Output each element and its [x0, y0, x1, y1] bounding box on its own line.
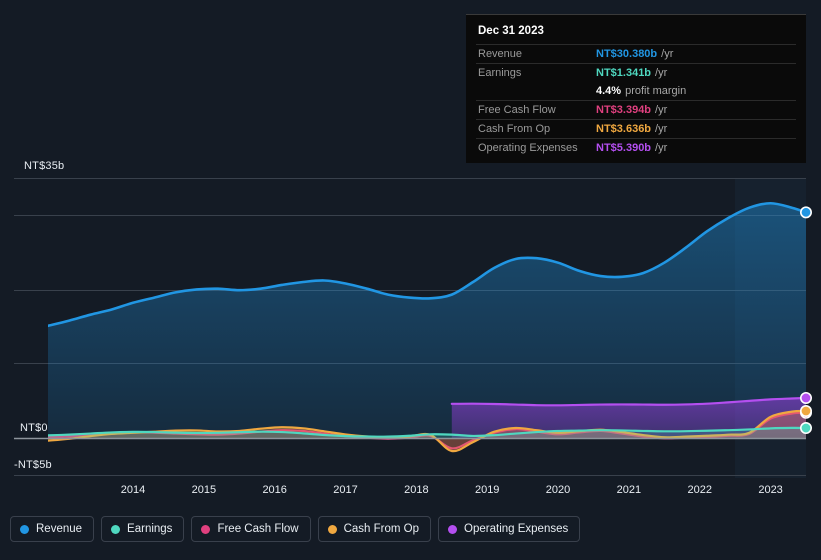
chart-legend: Revenue Earnings Free Cash Flow Cash From O…	[10, 516, 581, 542]
data-tooltip: Dec 31 2023 Revenue NT$30.380b /yr Earni…	[466, 14, 806, 163]
legend-item-free-cash-flow[interactable]: Free Cash Flow	[191, 516, 311, 542]
legend-dot-icon	[201, 524, 211, 534]
legend-dot-icon	[20, 524, 29, 534]
x-axis-label-2015: 2015	[191, 484, 217, 496]
x-axis-label-2020: 2020	[545, 484, 571, 496]
tooltip-row-profit-margin: 4.4% profit margin	[476, 82, 796, 100]
tooltip-label-earnings: Earnings	[478, 67, 522, 79]
tooltip-value-operating-expenses: NT$5.390b	[596, 142, 652, 154]
endpoint-dot-cash-from-op	[799, 404, 812, 417]
legend-label: Revenue	[36, 523, 83, 535]
y-axis-label-bottom: -NT$5b	[14, 459, 52, 471]
tooltip-value-revenue: NT$30.380b	[596, 48, 658, 60]
legend-label: Operating Expenses	[464, 523, 569, 535]
x-axis-label-2018: 2018	[404, 484, 429, 496]
tooltip-text-profit-margin: profit margin	[625, 85, 687, 97]
x-axis-label-2021: 2021	[616, 484, 642, 496]
legend-item-cash-from-op[interactable]: Cash From Op	[317, 516, 432, 542]
legend-dot-icon	[327, 524, 337, 534]
tooltip-row-earnings: Earnings NT$1.341b /yr	[476, 63, 796, 82]
tooltip-value-free-cash-flow: NT$3.394b	[596, 104, 652, 116]
x-axis-label-2016: 2016	[262, 484, 287, 496]
legend-label: Earnings	[127, 523, 173, 535]
tooltip-value-profit-margin: 4.4%	[596, 85, 622, 97]
tooltip-row-operating-expenses: Operating Expenses NT$5.390b /yr	[476, 138, 796, 157]
legend-label: Cash From Op	[343, 523, 420, 535]
legend-dot-icon	[448, 524, 458, 534]
tooltip-date: Dec 31 2023	[478, 25, 544, 37]
tooltip-label-cash-from-op: Cash From Op	[478, 123, 551, 135]
tooltip-unit-revenue: /yr	[661, 48, 674, 60]
endpoint-dot-revenue	[799, 206, 812, 219]
x-axis-label-2019: 2019	[474, 484, 500, 496]
legend-label: Free Cash Flow	[217, 523, 299, 535]
endpoint-dot-earnings	[799, 422, 812, 435]
area-fill-revenue	[48, 203, 806, 438]
financial-chart: NT$35b NT$0 -NT$5b 2014 2015 2016 2017 2018 2…	[0, 0, 821, 560]
x-axis-label-2023: 2023	[758, 484, 783, 496]
legend-item-earnings[interactable]: Earnings	[101, 516, 185, 542]
tooltip-label-operating-expenses: Operating Expenses	[478, 142, 578, 154]
x-axis-label-2014: 2014	[120, 484, 146, 496]
x-axis-label-2022: 2022	[687, 484, 712, 496]
x-axis-label-2017: 2017	[333, 484, 358, 496]
y-axis-label-zero: NT$0	[20, 422, 48, 434]
tooltip-unit-operating-expenses: /yr	[655, 142, 668, 154]
tooltip-row-revenue: Revenue NT$30.380b /yr	[476, 44, 796, 63]
tooltip-unit-earnings: /yr	[655, 67, 668, 79]
legend-item-operating-expenses[interactable]: Operating Expenses	[438, 516, 581, 542]
tooltip-row-cash-from-op: Cash From Op NT$3.636b /yr	[476, 119, 796, 138]
legend-item-revenue[interactable]: Revenue	[10, 516, 95, 542]
tooltip-unit-cash-from-op: /yr	[655, 123, 668, 135]
y-axis-label-top: NT$35b	[24, 160, 65, 172]
endpoint-dot-operating-expenses	[799, 391, 812, 404]
tooltip-value-earnings: NT$1.341b	[596, 67, 652, 79]
legend-dot-icon	[111, 524, 121, 534]
tooltip-label-revenue: Revenue	[478, 48, 523, 60]
tooltip-value-cash-from-op: NT$3.636b	[596, 123, 652, 135]
tooltip-row-free-cash-flow: Free Cash Flow NT$3.394b /yr	[476, 100, 796, 119]
tooltip-label-free-cash-flow: Free Cash Flow	[478, 104, 556, 116]
tooltip-unit-free-cash-flow: /yr	[655, 104, 668, 116]
